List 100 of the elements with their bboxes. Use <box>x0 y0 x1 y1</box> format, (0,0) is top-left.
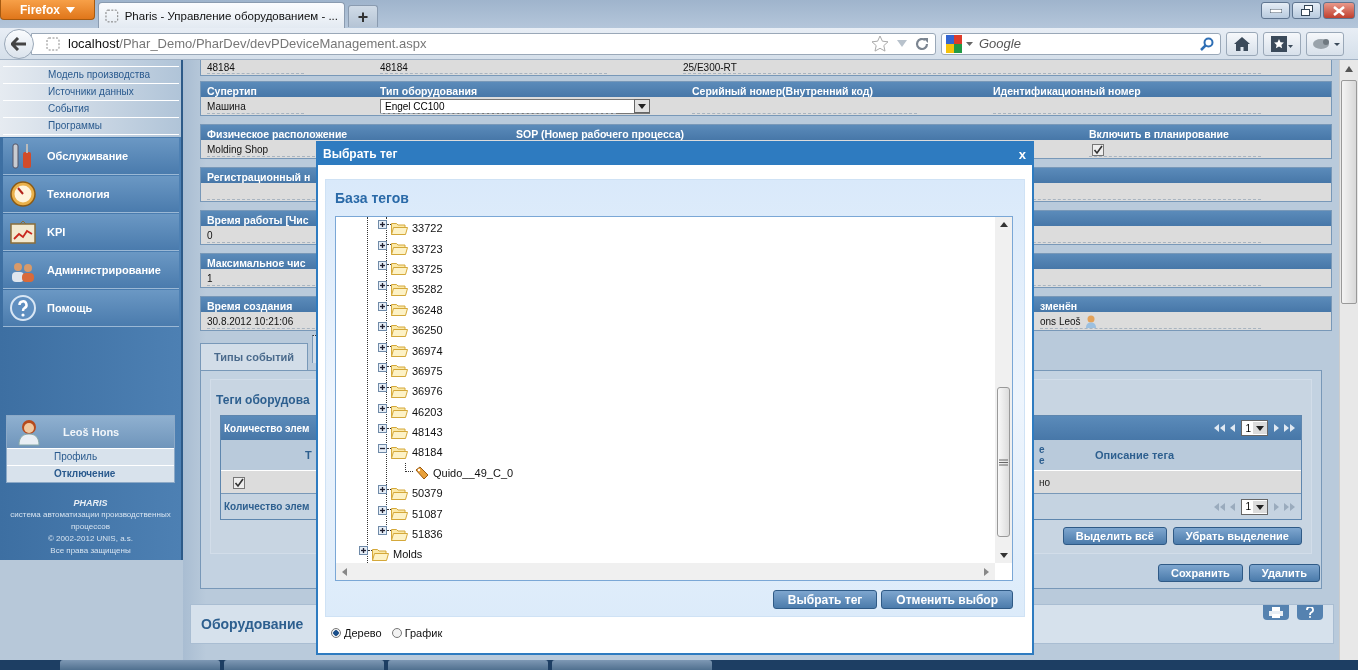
events-tab[interactable]: Типы событий <box>200 343 308 370</box>
user-link[interactable]: Отключение <box>7 465 174 482</box>
back-button[interactable] <box>4 28 34 59</box>
expander-icon[interactable] <box>378 485 387 495</box>
tree-horizontal-scrollbar[interactable] <box>336 563 995 580</box>
expander-icon[interactable] <box>359 546 368 556</box>
first-page-icon[interactable] <box>1214 424 1226 432</box>
page-select[interactable]: 1 <box>1241 498 1268 515</box>
field-value: 0 <box>207 229 213 241</box>
home-button[interactable] <box>1226 31 1258 56</box>
scroll-right-icon[interactable] <box>984 567 989 576</box>
row-checkbox[interactable] <box>233 476 245 489</box>
help-button[interactable] <box>1297 605 1323 620</box>
browser-tab[interactable]: Pharis - Управление оборудованием - ... <box>98 2 345 28</box>
expander-icon[interactable] <box>378 220 387 230</box>
submenu-item[interactable]: Программы <box>3 118 179 135</box>
next-page-icon[interactable] <box>1273 424 1279 432</box>
expander-icon[interactable] <box>378 301 387 311</box>
address-field[interactable]: localhost/Phar_Demo/PharDev/devPDeviceManagement.aspx <box>31 32 936 55</box>
new-tab-button[interactable]: + <box>348 5 378 27</box>
expander-icon[interactable] <box>378 383 387 393</box>
menu-item[interactable]: Обслуживание <box>3 138 179 175</box>
column-header: е е <box>1039 444 1046 466</box>
menu-item[interactable]: Администрирование <box>3 252 179 289</box>
field-label: Время работы [Чис <box>207 213 309 226</box>
search-icon[interactable] <box>1200 36 1214 51</box>
last-page-icon[interactable] <box>1284 424 1295 432</box>
field-label: зменён <box>1040 299 1078 312</box>
search-field[interactable]: Google <box>941 32 1221 55</box>
submenu-item[interactable]: Модель производства <box>3 67 179 84</box>
logo-text: PHARIS <box>72 497 109 509</box>
menu-item[interactable]: KPI <box>3 214 179 251</box>
folder-icon <box>391 405 408 419</box>
expander-icon[interactable] <box>378 403 387 413</box>
equipment-type-select[interactable]: Engel CC100 <box>380 98 650 114</box>
expander-icon[interactable] <box>378 260 387 270</box>
folder-icon <box>391 221 408 235</box>
tree-node[interactable]: 48184 <box>412 446 443 459</box>
page-scrollbar[interactable] <box>1339 60 1358 660</box>
expander-icon[interactable] <box>378 444 387 454</box>
user-link[interactable]: Профиль <box>7 448 174 465</box>
scroll-up-icon[interactable] <box>999 222 1008 227</box>
expander-icon[interactable] <box>378 322 387 332</box>
expander-icon[interactable] <box>378 342 387 352</box>
tree-scrollbar[interactable] <box>995 217 1012 563</box>
tree-node[interactable]: 36976 <box>412 385 443 398</box>
back-arrow-icon <box>11 36 27 51</box>
expander-icon[interactable] <box>378 526 387 536</box>
submenu-item[interactable]: События <box>3 101 179 118</box>
restore-button[interactable] <box>1292 2 1321 19</box>
scroll-up-icon[interactable] <box>1345 66 1353 72</box>
scroll-thumb[interactable] <box>997 387 1010 537</box>
table-cell-text: но <box>1039 476 1052 488</box>
folder-icon <box>391 384 408 398</box>
section-title: Оборудование <box>201 616 304 632</box>
tree-node[interactable]: 46203 <box>412 405 443 418</box>
tree-node[interactable]: 36974 <box>412 344 443 357</box>
expander-icon[interactable] <box>378 281 387 291</box>
close-button[interactable]: x <box>1018 146 1026 162</box>
scroll-left-icon[interactable] <box>342 567 347 576</box>
print-button[interactable] <box>1263 605 1289 620</box>
checkbox[interactable] <box>1092 143 1104 156</box>
tree-node[interactable]: 48143 <box>412 426 443 439</box>
dropdown-icon[interactable] <box>966 41 973 46</box>
reload-icon[interactable] <box>915 36 929 51</box>
minimize-icon <box>1269 8 1282 13</box>
bookmark-star-icon[interactable] <box>871 35 889 52</box>
folder-icon <box>391 323 408 337</box>
menu-item[interactable]: Технология <box>3 176 179 213</box>
tree-node[interactable]: Quido__49_C_0 <box>433 466 514 479</box>
tree-node[interactable]: 51836 <box>412 528 443 541</box>
expander-icon[interactable] <box>378 240 387 250</box>
search-engine-icon[interactable] <box>946 34 962 53</box>
tree-node[interactable]: 33723 <box>412 242 443 255</box>
expander-icon[interactable] <box>378 505 387 515</box>
view-radio[interactable]: График <box>391 627 443 639</box>
expander-icon[interactable] <box>378 424 387 434</box>
minimize-button[interactable] <box>1261 2 1290 19</box>
page-select[interactable]: 1 <box>1241 420 1268 436</box>
previous-page-icon[interactable] <box>1230 424 1237 432</box>
tree-node[interactable]: 33725 <box>412 262 443 275</box>
expander-icon[interactable] <box>378 362 387 372</box>
search-input[interactable]: Google <box>977 35 1196 52</box>
tree-node[interactable]: Molds <box>393 548 423 561</box>
tree-node[interactable]: 36248 <box>412 303 443 316</box>
addon-button[interactable] <box>1306 31 1344 56</box>
menu-item[interactable]: Помощь <box>3 290 179 327</box>
tree-node[interactable]: 35282 <box>412 283 443 296</box>
tree-node[interactable]: 50379 <box>412 487 443 500</box>
panel-title: База тегов <box>335 190 410 208</box>
submenu-item[interactable]: Источники данных <box>3 84 179 101</box>
tree-node[interactable]: 36975 <box>412 364 443 377</box>
view-radio[interactable]: Дерево <box>331 627 382 639</box>
tree-node[interactable]: 33722 <box>412 222 443 235</box>
close-button[interactable] <box>1323 2 1355 19</box>
item-count-label: Количество элем <box>224 422 310 434</box>
tree-node[interactable]: 51087 <box>412 507 443 520</box>
tree-node[interactable]: 36250 <box>412 324 443 337</box>
help-icon <box>9 295 37 321</box>
bookmarks-button[interactable] <box>1263 31 1301 56</box>
